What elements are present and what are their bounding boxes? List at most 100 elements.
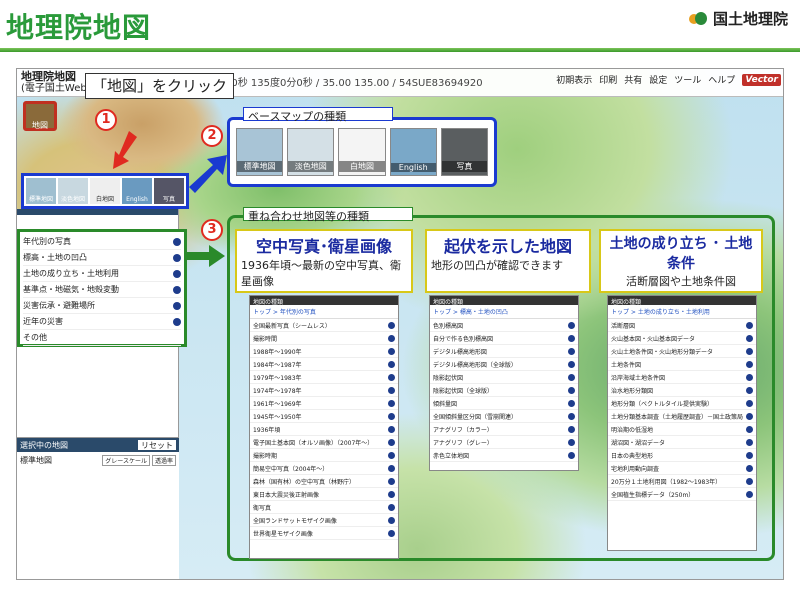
info-icon[interactable] bbox=[568, 347, 575, 355]
category-item[interactable]: 災害伝承・避難場所 bbox=[23, 298, 181, 314]
info-icon[interactable] bbox=[388, 529, 395, 537]
info-icon[interactable] bbox=[173, 285, 181, 294]
basemap-thumb-blank[interactable]: 白地図 bbox=[90, 178, 120, 204]
info-icon[interactable] bbox=[173, 269, 181, 278]
layer-row[interactable]: 赤色立体地図 bbox=[430, 449, 578, 462]
layer-row[interactable]: 全国最新写真（シームレス） bbox=[250, 319, 398, 332]
info-icon[interactable] bbox=[746, 425, 753, 433]
share-button[interactable]: 共有 bbox=[624, 73, 642, 86]
layer-row[interactable]: 陰影起伏図（全球版） bbox=[430, 384, 578, 397]
info-icon[interactable] bbox=[746, 451, 753, 459]
layer-row[interactable]: 傾斜量図 bbox=[430, 397, 578, 410]
settings-button[interactable]: 設定 bbox=[649, 73, 667, 86]
layer-row[interactable]: 1936年頃 bbox=[250, 423, 398, 436]
relief-breadcrumb[interactable]: トップ > 標高・土地の凹凸 bbox=[430, 305, 578, 319]
layer-row[interactable]: 森林（国有林）の空中写真（林野庁） bbox=[250, 475, 398, 488]
layer-row[interactable]: 地形分類（ベクトルタイル提供実験） bbox=[608, 397, 756, 410]
layer-row[interactable]: 湖沼図・湖沼データ bbox=[608, 436, 756, 449]
layer-row[interactable]: 1974年〜1978年 bbox=[250, 384, 398, 397]
layer-row[interactable]: 電子国土基本図（オルソ画像）（2007年〜） bbox=[250, 436, 398, 449]
layer-row[interactable]: 1945年〜1950年 bbox=[250, 410, 398, 423]
info-icon[interactable] bbox=[388, 334, 395, 342]
layer-row[interactable]: 1984年〜1987年 bbox=[250, 358, 398, 371]
layer-row[interactable]: 全国ランドサットモザイク画像 bbox=[250, 514, 398, 527]
info-icon[interactable] bbox=[388, 399, 395, 407]
layer-row[interactable]: 火山土地条件図・火山地形分類データ bbox=[608, 345, 756, 358]
info-icon[interactable] bbox=[746, 321, 753, 329]
layer-row[interactable]: 治水地形分類図 bbox=[608, 384, 756, 397]
info-icon[interactable] bbox=[746, 438, 753, 446]
info-icon[interactable] bbox=[746, 490, 753, 498]
layer-row[interactable]: 日本の典型地形 bbox=[608, 449, 756, 462]
layer-row[interactable]: 明治期の低湿地 bbox=[608, 423, 756, 436]
layer-row[interactable]: アナグリフ（カラー） bbox=[430, 423, 578, 436]
basemap-preview-pale[interactable]: 淡色地図 bbox=[287, 128, 335, 176]
info-icon[interactable] bbox=[746, 373, 753, 381]
info-icon[interactable] bbox=[173, 237, 181, 246]
info-icon[interactable] bbox=[746, 477, 753, 485]
info-icon[interactable] bbox=[388, 347, 395, 355]
layer-row[interactable]: 20万分１土地利用図（1982〜1983年） bbox=[608, 475, 756, 488]
info-icon[interactable] bbox=[746, 386, 753, 394]
layer-row[interactable]: 1988年〜1990年 bbox=[250, 345, 398, 358]
layer-row[interactable]: 全国植生指標データ（250m） bbox=[608, 488, 756, 501]
info-icon[interactable] bbox=[568, 399, 575, 407]
layer-row[interactable]: 全国傾斜量区分図（雪崩関連） bbox=[430, 410, 578, 423]
info-icon[interactable] bbox=[388, 438, 395, 446]
category-item[interactable]: 標高・土地の凹凸 bbox=[23, 250, 181, 266]
tools-button[interactable]: ツール bbox=[674, 73, 701, 86]
layer-row[interactable]: 土地条件図 bbox=[608, 358, 756, 371]
info-icon[interactable] bbox=[388, 360, 395, 368]
reset-button[interactable]: リセット bbox=[138, 440, 176, 450]
layer-row[interactable]: 世界衛星モザイク画像 bbox=[250, 527, 398, 540]
layer-row[interactable]: 沿岸海域土地条件図 bbox=[608, 371, 756, 384]
layer-row[interactable]: 宅地利用動向調査 bbox=[608, 462, 756, 475]
layer-row[interactable]: 東日本大震災後正射画像 bbox=[250, 488, 398, 501]
category-item[interactable]: 基準点・地磁気・地殻変動 bbox=[23, 282, 181, 298]
layer-row[interactable]: 土地分類基本調査（土地履歴調査）－国土政策局 bbox=[608, 410, 756, 423]
info-icon[interactable] bbox=[388, 451, 395, 459]
info-icon[interactable] bbox=[388, 386, 395, 394]
info-icon[interactable] bbox=[568, 451, 575, 459]
info-icon[interactable] bbox=[746, 347, 753, 355]
category-item[interactable]: 土地の成り立ち・土地利用 bbox=[23, 266, 181, 282]
basemap-preview-blank[interactable]: 白地図 bbox=[338, 128, 386, 176]
aerial-breadcrumb[interactable]: トップ > 年代別の写真 bbox=[250, 305, 398, 319]
basemap-thumb-standard[interactable]: 標準地図 bbox=[26, 178, 56, 204]
info-icon[interactable] bbox=[746, 464, 753, 472]
info-icon[interactable] bbox=[746, 399, 753, 407]
info-icon[interactable] bbox=[568, 386, 575, 394]
help-button[interactable]: ヘルプ bbox=[708, 73, 735, 86]
info-icon[interactable] bbox=[173, 301, 181, 310]
home-button[interactable]: 初期表示 bbox=[556, 73, 592, 86]
info-icon[interactable] bbox=[568, 425, 575, 433]
app-logo[interactable]: 地理院地図 (電子国土Web) bbox=[21, 71, 91, 94]
info-icon[interactable] bbox=[173, 317, 181, 326]
info-icon[interactable] bbox=[388, 373, 395, 381]
map-layer-button[interactable]: 地図 bbox=[23, 101, 57, 131]
basemap-thumb-english[interactable]: English bbox=[122, 178, 152, 204]
layer-row[interactable]: 色別標高図 bbox=[430, 319, 578, 332]
layer-row[interactable]: 撮影時間 bbox=[250, 332, 398, 345]
info-icon[interactable] bbox=[568, 412, 575, 420]
layer-row[interactable]: 陰影起伏図 bbox=[430, 371, 578, 384]
info-icon[interactable] bbox=[388, 516, 395, 524]
info-icon[interactable] bbox=[388, 490, 395, 498]
basemap-thumb-photo[interactable]: 写真 bbox=[154, 178, 184, 204]
layer-row[interactable]: 1979年〜1983年 bbox=[250, 371, 398, 384]
basemap-preview-english[interactable]: English bbox=[389, 128, 437, 176]
info-icon[interactable] bbox=[173, 253, 181, 262]
basemap-preview-standard[interactable]: 標準地図 bbox=[236, 128, 284, 176]
layer-row[interactable]: 活断層図 bbox=[608, 319, 756, 332]
layer-row[interactable]: 撮影時期 bbox=[250, 449, 398, 462]
category-item[interactable]: 近年の災害 bbox=[23, 314, 181, 330]
info-icon[interactable] bbox=[568, 373, 575, 381]
basemap-preview-photo[interactable]: 写真 bbox=[440, 128, 489, 176]
info-icon[interactable] bbox=[388, 321, 395, 329]
layer-row[interactable]: デジタル標高地形図（全球版） bbox=[430, 358, 578, 371]
info-icon[interactable] bbox=[388, 412, 395, 420]
info-icon[interactable] bbox=[568, 438, 575, 446]
landform-breadcrumb[interactable]: トップ > 土地の成り立ち・土地利用 bbox=[608, 305, 756, 319]
layer-row[interactable]: 簡易空中写真（2004年〜） bbox=[250, 462, 398, 475]
info-icon[interactable] bbox=[568, 360, 575, 368]
